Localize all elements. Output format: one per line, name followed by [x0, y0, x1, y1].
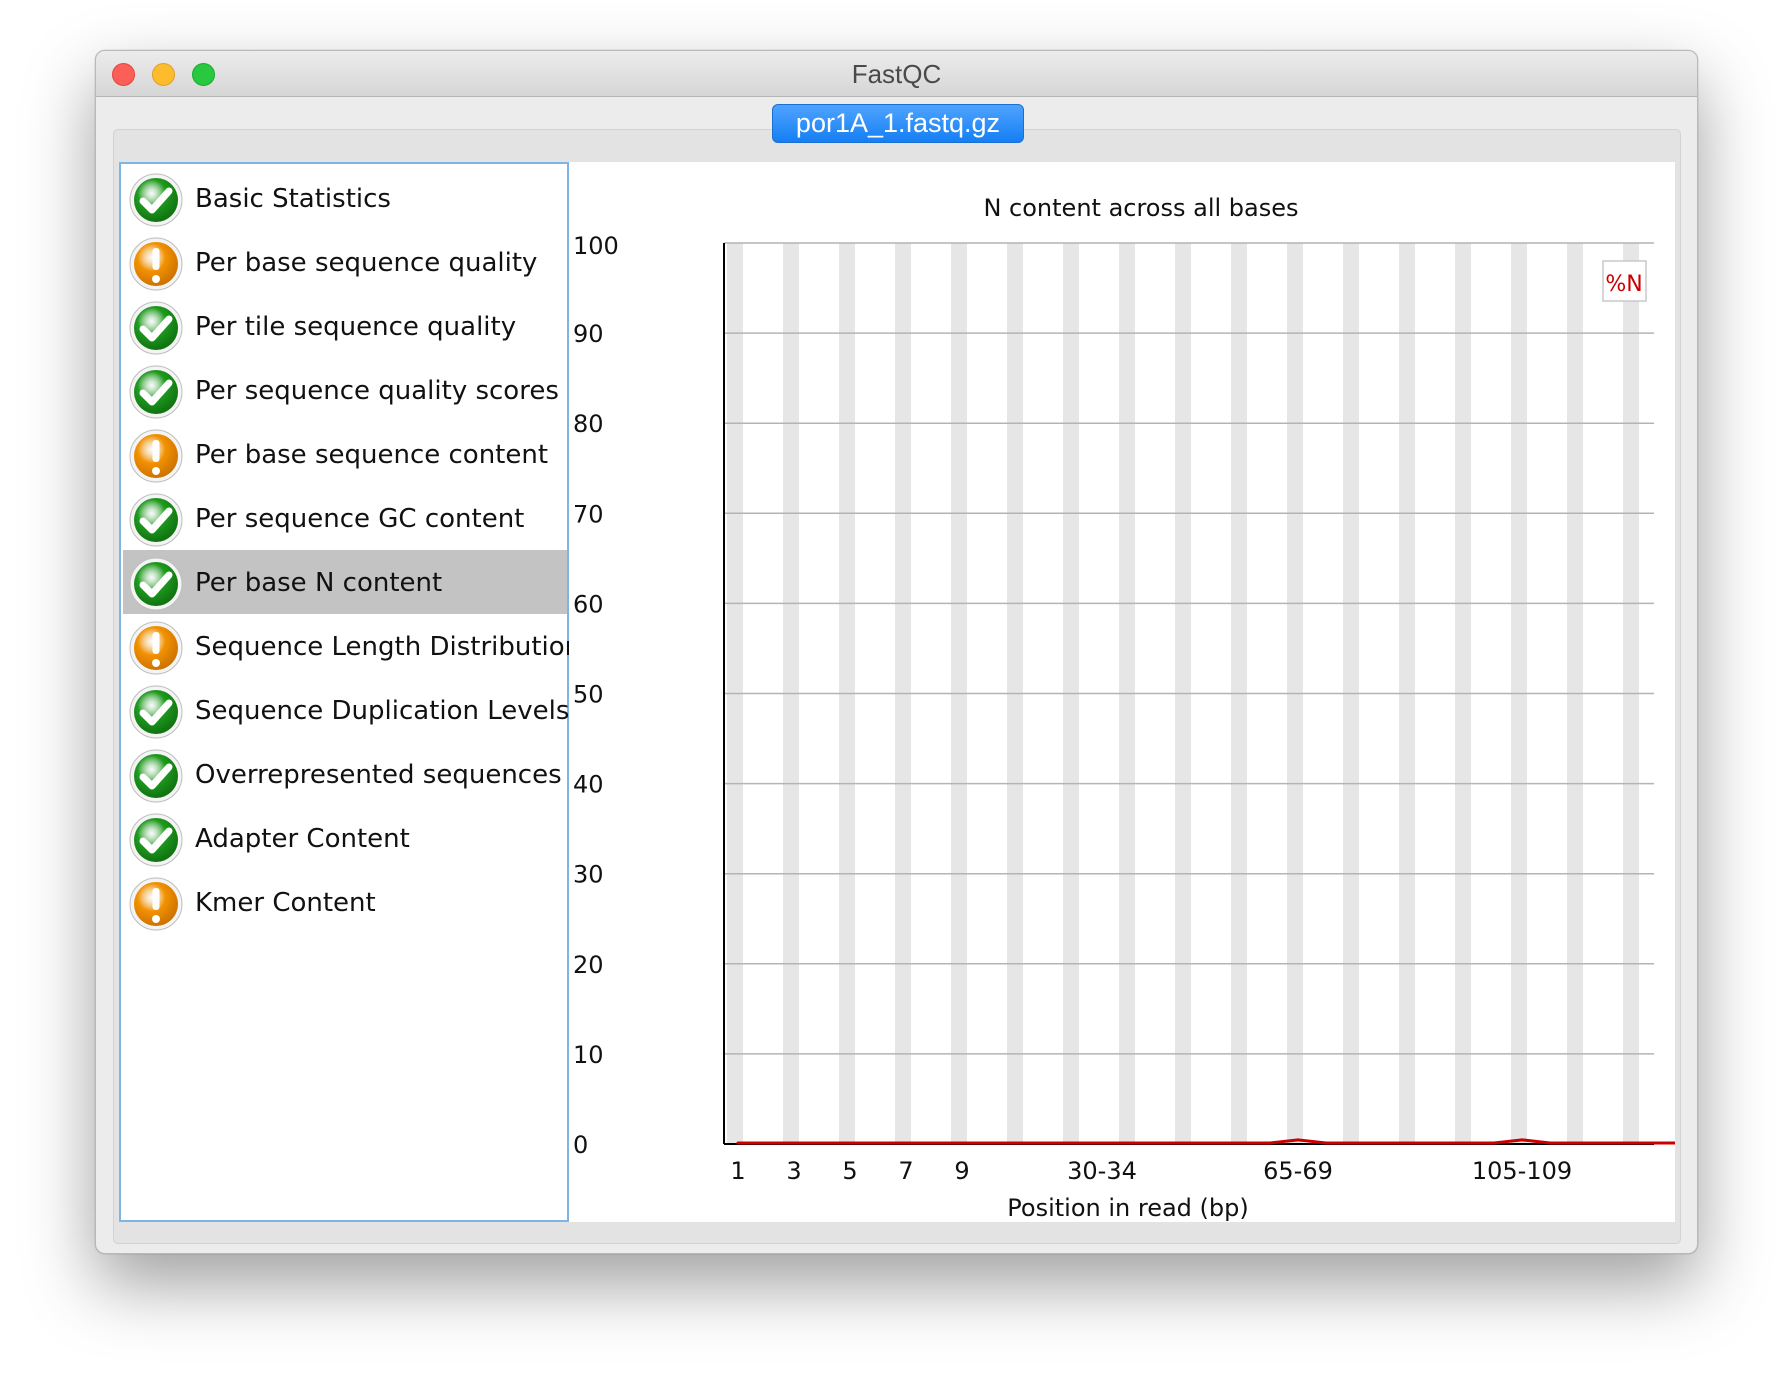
- data-point: [1660, 1141, 1664, 1145]
- x-tick-label: 5: [842, 1157, 857, 1185]
- y-tick-label: 100: [573, 232, 619, 260]
- fastqc-window: FastQC por1A_1.fastq.gz Basic Statistics…: [95, 50, 1698, 1254]
- pass-check-icon: [128, 812, 184, 868]
- module-item-sequence-length-distribution[interactable]: Sequence Length Distribution: [123, 614, 581, 678]
- module-label: Per base sequence content: [195, 440, 549, 470]
- data-point: [1436, 1141, 1440, 1145]
- data-point: [1604, 1141, 1608, 1145]
- warning-icon: [128, 876, 184, 932]
- module-label: Per base N content: [195, 568, 443, 598]
- data-point: [1156, 1141, 1160, 1145]
- module-label: Sequence Duplication Levels: [195, 696, 570, 726]
- pass-check-icon: [128, 364, 184, 420]
- data-point: [1632, 1141, 1636, 1145]
- module-label: Kmer Content: [195, 888, 376, 918]
- x-tick-label: 7: [898, 1157, 913, 1185]
- module-item-per-base-n-content[interactable]: Per base N content: [123, 550, 567, 614]
- module-item-per-tile-sequence-quality[interactable]: Per tile sequence quality: [123, 294, 567, 358]
- n-content-chart: 0 10 20 30 40 50 60 70 80 90 100 N content across a…: [573, 194, 1697, 1222]
- module-item-per-base-sequence-content[interactable]: Per base sequence content: [123, 422, 567, 486]
- pass-check-icon: [128, 748, 184, 804]
- tab-file[interactable]: por1A_1.fastq.gz: [772, 104, 1024, 143]
- y-tick-label: 30: [573, 861, 604, 889]
- x-tick-label: 9: [954, 1157, 969, 1185]
- data-point: [792, 1141, 796, 1145]
- data-point: [1184, 1141, 1188, 1145]
- data-point: [1548, 1141, 1552, 1145]
- chart-panel: 0 10 20 30 40 50 60 70 80 90 100 N content across a…: [569, 162, 1697, 1222]
- data-point: [1100, 1141, 1104, 1145]
- warning-icon: [128, 236, 184, 292]
- data-point: [1464, 1141, 1468, 1145]
- module-item-per-sequence-gc-content[interactable]: Per sequence GC content: [123, 486, 567, 550]
- pass-check-icon: [128, 556, 184, 612]
- pass-check-icon: [128, 300, 184, 356]
- pass-check-icon: [128, 172, 184, 228]
- module-label: Per sequence quality scores: [195, 376, 559, 406]
- data-point: [1352, 1141, 1356, 1145]
- data-point: [736, 1141, 740, 1145]
- module-label: Sequence Length Distribution: [195, 632, 582, 662]
- module-item-kmer-content[interactable]: Kmer Content: [123, 870, 567, 934]
- data-point: [1520, 1138, 1524, 1142]
- module-item-basic-statistics[interactable]: Basic Statistics: [123, 166, 567, 230]
- data-point: [1072, 1141, 1076, 1145]
- module-label: Per tile sequence quality: [195, 312, 517, 342]
- legend-label: %N: [1605, 272, 1642, 297]
- y-tick-label: 90: [573, 320, 604, 348]
- warning-icon: [128, 620, 184, 676]
- data-point: [820, 1141, 824, 1145]
- data-point: [1324, 1141, 1328, 1145]
- data-point: [1268, 1141, 1272, 1145]
- module-item-overrepresented-sequences[interactable]: Overrepresented sequences: [123, 742, 567, 806]
- pass-check-icon: [128, 684, 184, 740]
- data-point: [932, 1141, 936, 1145]
- module-label: Basic Statistics: [195, 184, 391, 214]
- data-point: [1380, 1141, 1384, 1145]
- data-point: [1016, 1141, 1020, 1145]
- pass-check-icon: [128, 492, 184, 548]
- title-bar[interactable]: FastQC: [96, 51, 1697, 97]
- y-tick-label: 60: [573, 590, 604, 618]
- module-item-per-base-sequence-quality[interactable]: Per base sequence quality: [123, 230, 567, 294]
- y-tick-label: 80: [573, 410, 604, 438]
- module-list: Basic Statistics Per base sequence qualit…: [119, 162, 581, 1222]
- y-tick-label: 10: [573, 1041, 604, 1069]
- y-tick-label: 0: [573, 1131, 588, 1159]
- x-tick-label: 3: [786, 1157, 801, 1185]
- data-point: [1492, 1141, 1496, 1145]
- module-label: Per base sequence quality: [195, 248, 538, 278]
- module-item-sequence-duplication-levels[interactable]: Sequence Duplication Levels: [123, 678, 570, 742]
- data-point: [848, 1141, 852, 1145]
- data-point: [1212, 1141, 1216, 1145]
- module-label: Overrepresented sequences: [195, 760, 562, 790]
- module-item-adapter-content[interactable]: Adapter Content: [123, 806, 567, 870]
- x-axis-label: Position in read (bp): [1007, 1194, 1248, 1222]
- data-point: [1576, 1141, 1580, 1145]
- data-point: [1240, 1141, 1244, 1145]
- window-title: FastQC: [851, 59, 942, 89]
- y-tick-label: 70: [573, 500, 604, 528]
- x-tick-label: 1: [730, 1157, 745, 1185]
- data-point: [1128, 1141, 1132, 1145]
- data-point: [764, 1141, 768, 1145]
- module-item-per-sequence-quality-scores[interactable]: Per sequence quality scores: [123, 358, 567, 422]
- data-point: [960, 1141, 964, 1145]
- warning-icon: [128, 428, 184, 484]
- y-tick-label: 50: [573, 681, 604, 709]
- module-label: Adapter Content: [195, 824, 410, 854]
- x-tick-label: 30-34: [1067, 1157, 1137, 1185]
- y-tick-label: 40: [573, 771, 604, 799]
- data-point: [1408, 1141, 1412, 1145]
- y-tick-label: 20: [573, 951, 604, 979]
- data-point: [1296, 1138, 1300, 1142]
- chart-title: N content across all bases: [983, 194, 1298, 222]
- data-point: [988, 1141, 992, 1145]
- data-point: [904, 1141, 908, 1145]
- x-tick-label: 105-109: [1472, 1157, 1572, 1185]
- module-label: Per sequence GC content: [195, 504, 525, 534]
- data-point: [876, 1141, 880, 1145]
- data-point: [1044, 1141, 1048, 1145]
- x-tick-label: 65-69: [1263, 1157, 1333, 1185]
